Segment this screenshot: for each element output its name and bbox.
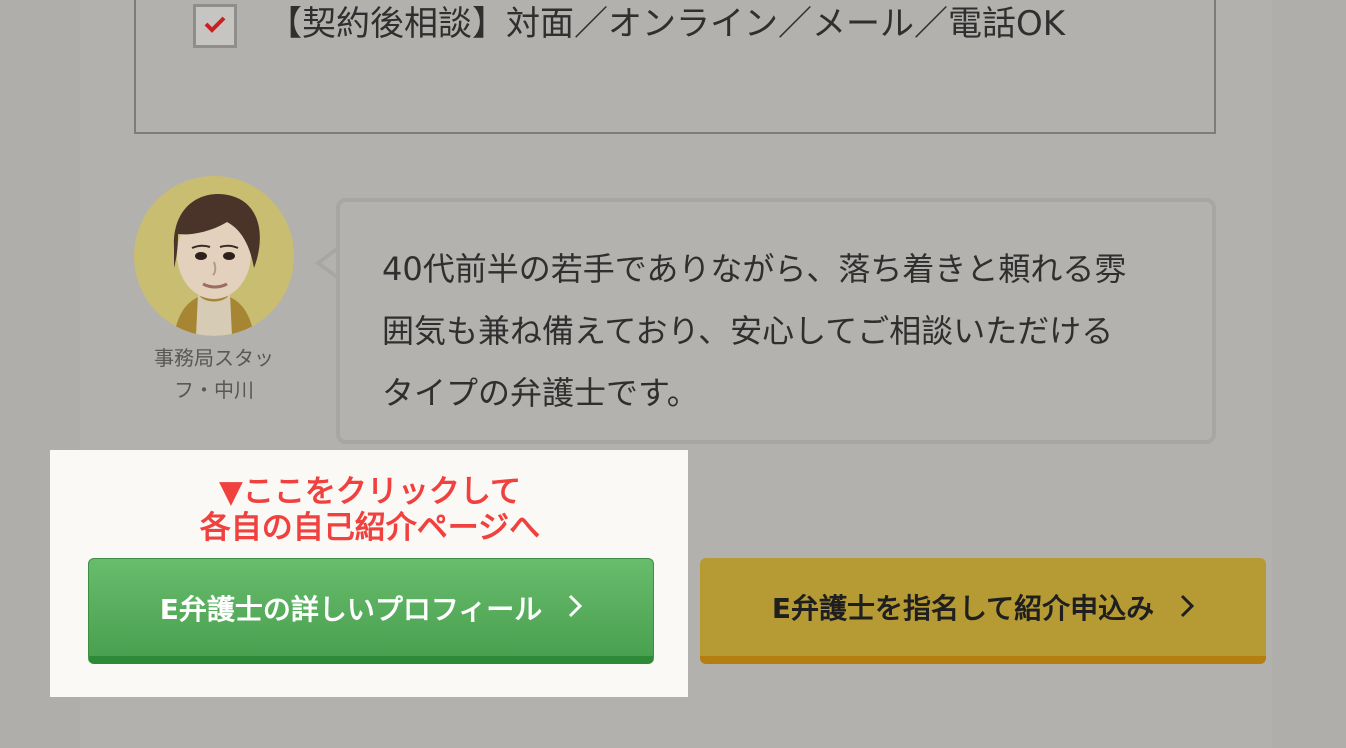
comment-line-1: 40代前半の若手でありながら、落ち着きと頼れる雰	[382, 250, 1127, 288]
lawyer-profile-button-label: E弁護士の詳しいプロフィール	[159, 592, 543, 626]
comment-line-2: 囲気も兼ね備えており、安心してご相談いただける	[382, 312, 1114, 350]
staff-comment-bubble: 40代前半の若手でありながら、落ち着きと頼れる雰 囲気も兼ね備えており、安心して…	[336, 198, 1216, 444]
nominate-lawyer-button[interactable]: E弁護士を指名して紹介申込み	[700, 558, 1266, 664]
chevron-right-icon	[1180, 592, 1195, 625]
comment-line-3: タイプの弁護士です。	[382, 374, 699, 412]
staff-name: 事務局スタッ フ・中川	[134, 342, 294, 406]
staff-name-line-2: フ・中川	[174, 378, 254, 402]
nominate-lawyer-button-label: E弁護士を指名して紹介申込み	[771, 592, 1155, 625]
callout-line-2: 各自の自己紹介ページへ	[199, 510, 541, 546]
checked-checkbox[interactable]	[193, 4, 237, 48]
callout-line-1: ▼ここをクリックして	[219, 474, 521, 510]
staff-portrait-image	[134, 176, 294, 336]
staff-comment-text: 40代前半の若手でありながら、落ち着きと頼れる雰 囲気も兼ね備えており、安心して…	[382, 238, 1182, 424]
staff-name-line-1: 事務局スタッ	[154, 346, 274, 370]
chevron-right-icon	[568, 592, 583, 625]
staff-avatar	[134, 176, 294, 336]
check-icon	[204, 16, 226, 33]
lawyer-profile-button[interactable]: E弁護士の詳しいプロフィール	[88, 558, 654, 664]
instruction-callout: ▼ここをクリックして 各自の自己紹介ページへ	[80, 474, 660, 546]
consultation-item-text: 【契約後相談】対面／オンライン／メール／電話OK	[268, 4, 1066, 44]
